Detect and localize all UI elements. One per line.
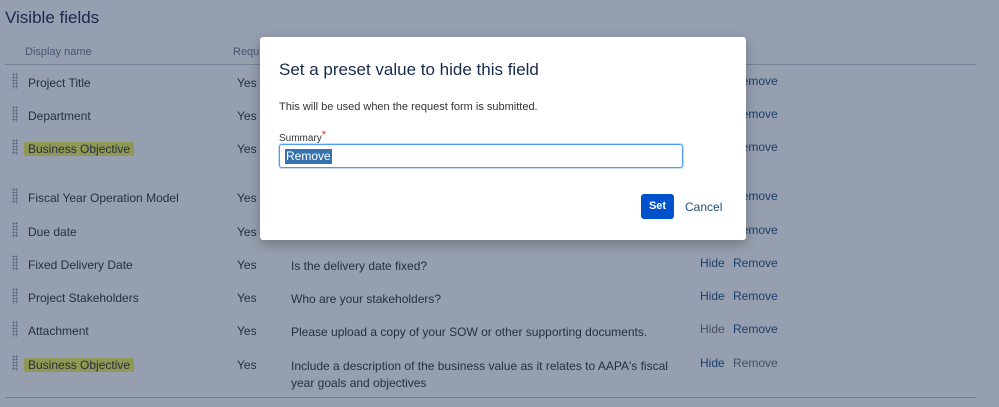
summary-input[interactable]: Remove bbox=[279, 144, 683, 168]
set-button[interactable]: Set bbox=[641, 194, 674, 219]
required-marker: * bbox=[321, 129, 327, 141]
preset-value-dialog: Set a preset value to hide this field Th… bbox=[260, 37, 746, 240]
dialog-description: This will be used when the request form … bbox=[279, 101, 538, 113]
summary-input-selected-text[interactable]: Remove bbox=[285, 149, 332, 164]
dialog-title: Set a preset value to hide this field bbox=[279, 60, 539, 79]
cancel-button[interactable]: Cancel bbox=[685, 200, 722, 214]
summary-field-label: Summary* bbox=[279, 129, 327, 144]
summary-label-text: Summary bbox=[279, 133, 322, 144]
